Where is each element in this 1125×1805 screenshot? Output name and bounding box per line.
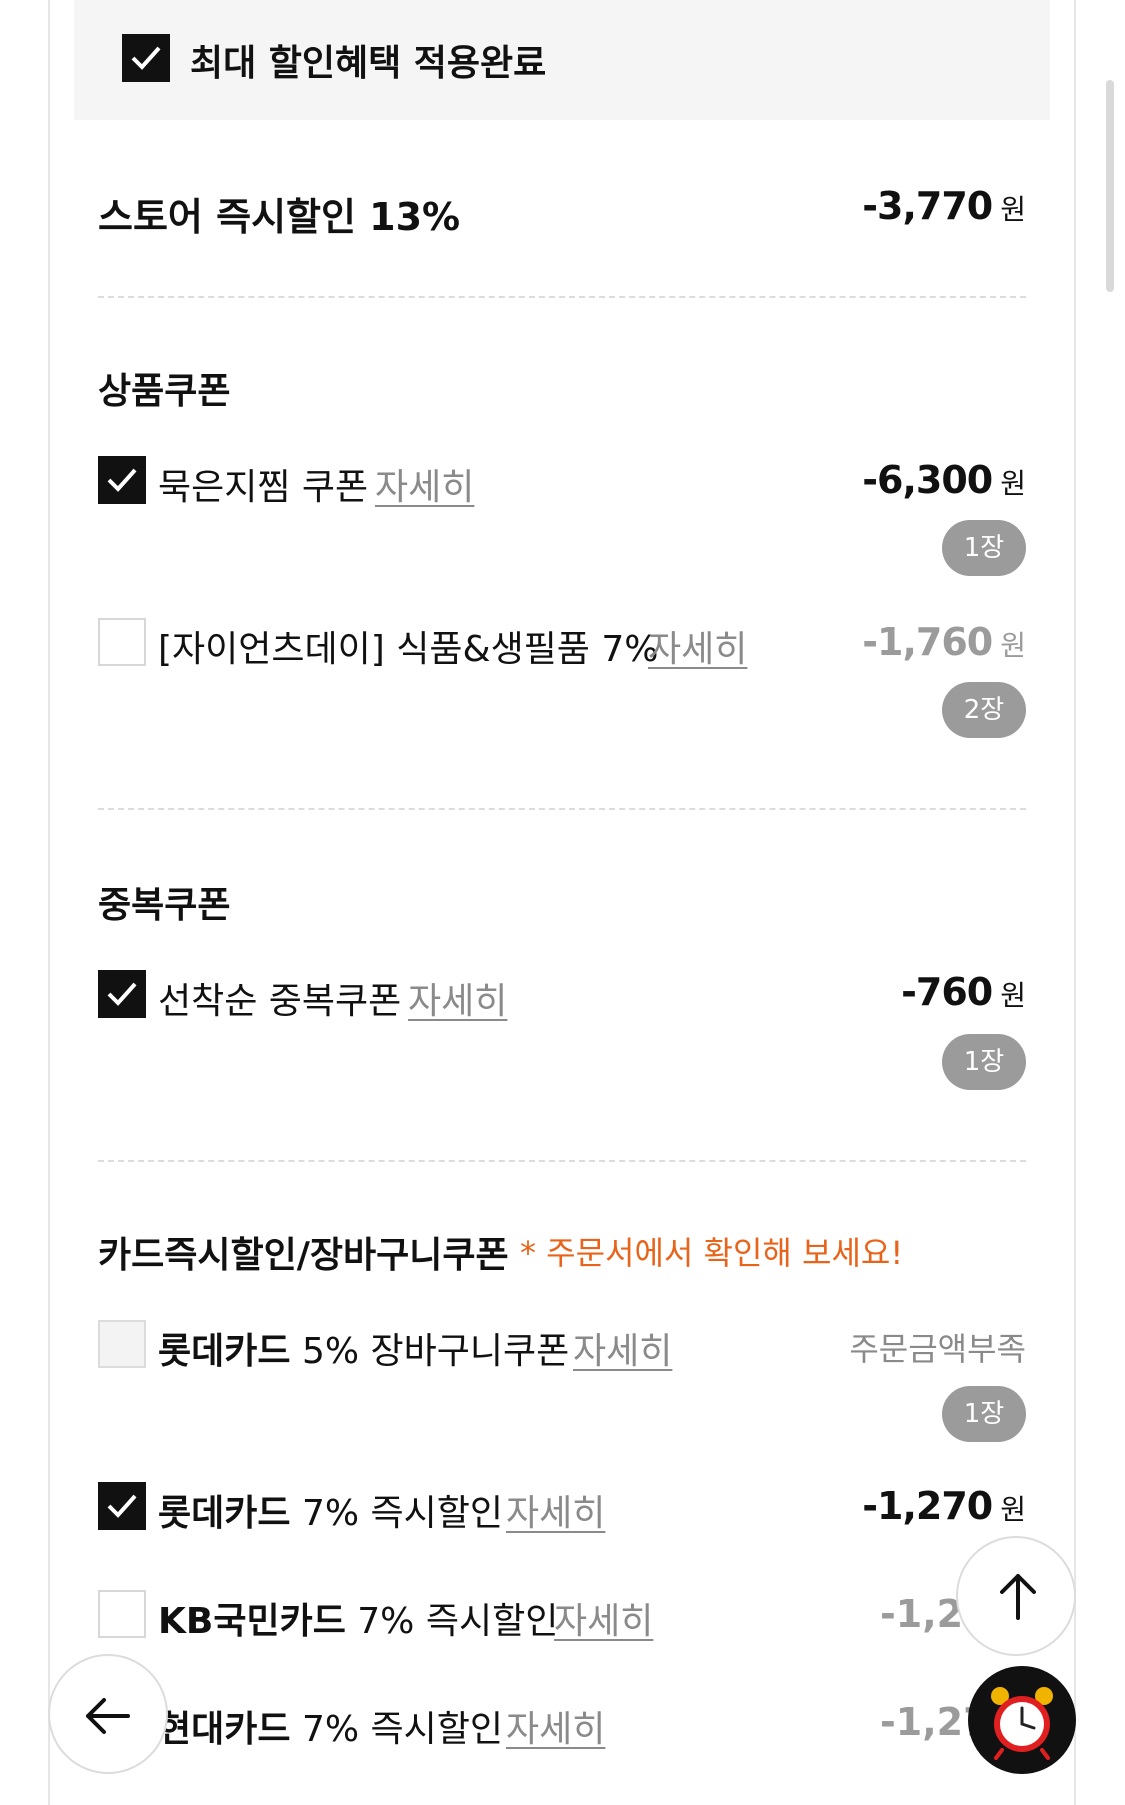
coupon-price: -6,300 원 <box>862 458 1026 502</box>
coupon-detail-link[interactable]: 자세히 <box>375 458 474 510</box>
card-desc: 5% 장바구니쿠폰 <box>301 1331 570 1372</box>
arrow-left-icon <box>86 1698 130 1734</box>
card-desc: 7% 즉시할인 <box>357 1601 559 1642</box>
coupon-count-badge[interactable]: 1장 <box>942 520 1026 576</box>
coupon-name: [자이언츠데이] 식품&생필품 7% <box>158 629 659 670</box>
coupon-amount: -760 <box>901 970 993 1014</box>
won-unit: 원 <box>1000 193 1026 226</box>
coupon-detail-link[interactable]: 자세히 <box>648 620 747 672</box>
coupon-price: -760 원 <box>901 970 1026 1014</box>
card-option-label: KB국민카드 7% 즉시할인 <box>158 1592 558 1644</box>
banner-label: 최대 할인혜택 적용완료 <box>190 43 547 84</box>
card-brand: 현대카드 <box>158 1709 291 1750</box>
banner-checkbox <box>122 34 170 82</box>
coupon-checkbox-duplicate[interactable] <box>98 970 146 1018</box>
coupon-count-badge[interactable]: 2장 <box>942 682 1026 738</box>
divider <box>98 808 1026 810</box>
card-option-label: 롯데카드 5% 장바구니쿠폰 <box>158 1322 569 1374</box>
back-button[interactable] <box>48 1654 168 1774</box>
scrollbar[interactable] <box>1106 80 1114 292</box>
check-icon <box>107 468 137 492</box>
card-checkbox-lotte-cart[interactable] <box>98 1320 146 1368</box>
coupon-checkbox-mukeunji[interactable] <box>98 456 146 504</box>
won-unit: 원 <box>1000 629 1026 662</box>
card-desc: 7% 즉시할인 <box>301 1493 503 1534</box>
won-unit: 원 <box>1000 1493 1026 1526</box>
won-unit: 원 <box>1000 979 1026 1012</box>
store-discount-label: 스토어 즉시할인 13% <box>98 195 461 239</box>
card-discounts-title: 카드즉시할인/장바구니쿠폰 <box>98 1235 509 1276</box>
card-brand: 롯데카드 <box>158 1493 291 1534</box>
check-icon <box>131 46 161 70</box>
coupon-name: 선착순 중복쿠폰 <box>158 981 402 1022</box>
card-discounts-notice: * 주문서에서 확인해 보세요! <box>520 1234 904 1272</box>
arrow-up-icon <box>1000 1574 1036 1620</box>
check-icon <box>107 982 137 1006</box>
coupon-name: 묵은지찜 쿠폰 <box>158 467 369 508</box>
alarm-clock-icon <box>991 1687 1053 1760</box>
coupon-price: -1,760 원 <box>862 620 1026 664</box>
product-coupons-title: 상품쿠폰 <box>98 371 231 412</box>
alarm-button[interactable] <box>968 1666 1076 1774</box>
coupon-amount: -1,760 <box>862 620 993 664</box>
card-count-badge[interactable]: 1장 <box>942 1386 1026 1442</box>
card-detail-link[interactable]: 자세히 <box>554 1592 653 1644</box>
card-checkbox-kb[interactable] <box>98 1590 146 1638</box>
card-detail-link[interactable]: 자세히 <box>506 1484 605 1536</box>
card-price: -1,270 원 <box>862 1484 1026 1528</box>
coupon-detail-link[interactable]: 자세히 <box>408 972 507 1024</box>
card-option-label: 롯데카드 7% 즉시할인 <box>158 1484 503 1536</box>
card-brand: KB국민카드 <box>158 1601 346 1642</box>
coupon-checkbox-giantsday[interactable] <box>98 618 146 666</box>
divider <box>98 296 1026 298</box>
card-desc: 7% 즉시할인 <box>301 1709 503 1750</box>
card-status: 주문금액부족 <box>849 1330 1026 1368</box>
divider <box>98 1160 1026 1162</box>
store-discount-price: -3,770 원 <box>862 184 1026 228</box>
card-detail-link[interactable]: 자세히 <box>573 1322 672 1374</box>
card-option-label: 현대카드 7% 즉시할인 <box>158 1700 503 1752</box>
card-amount: -1,270 <box>862 1484 993 1528</box>
check-icon <box>107 1494 137 1518</box>
scroll-to-top-button[interactable] <box>956 1536 1076 1656</box>
duplicate-coupons-title: 중복쿠폰 <box>98 885 231 926</box>
store-discount-amount: -3,770 <box>862 184 993 228</box>
won-unit: 원 <box>1000 467 1026 500</box>
coupon-count-badge[interactable]: 1장 <box>942 1034 1026 1090</box>
card-detail-link[interactable]: 자세히 <box>506 1700 605 1752</box>
coupon-amount: -6,300 <box>862 458 993 502</box>
card-brand: 롯데카드 <box>158 1331 291 1372</box>
card-checkbox-lotte-instant[interactable] <box>98 1482 146 1530</box>
